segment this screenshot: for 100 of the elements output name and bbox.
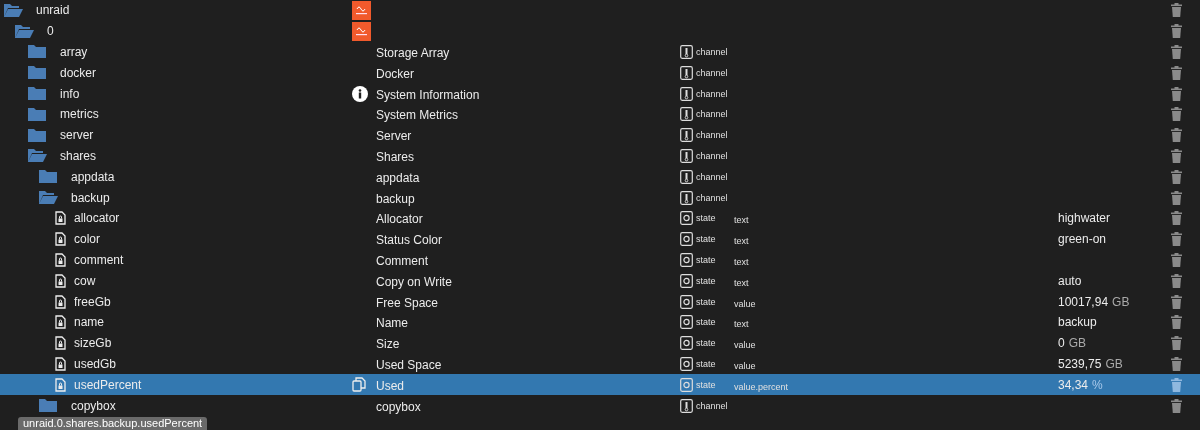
tree-row[interactable]: appdata appdata channel	[0, 166, 1200, 188]
channel-icon	[680, 86, 693, 101]
object-role: state	[696, 379, 716, 390]
object-role: state	[696, 296, 716, 307]
object-id: freeGb	[74, 294, 111, 309]
state-icon	[680, 273, 693, 288]
channel-icon	[680, 65, 693, 80]
file-lock-icon	[55, 294, 66, 309]
object-name: Storage Array	[376, 46, 450, 60]
channel-icon	[680, 398, 693, 413]
object-value: 0	[1058, 336, 1065, 351]
delete-icon[interactable]	[1171, 86, 1182, 101]
file-lock-icon	[55, 377, 66, 392]
value-unit: %	[1092, 377, 1103, 392]
tree-row[interactable]: comment Comment state text	[0, 249, 1200, 271]
object-name: Allocator	[376, 212, 423, 227]
tree-row[interactable]: usedPercent Used state value.percent 34,34 %	[0, 374, 1200, 396]
tree-row[interactable]: docker Docker channel	[0, 62, 1200, 84]
file-lock-icon	[55, 336, 66, 351]
object-id: 0	[47, 24, 54, 39]
object-id: sizeGb	[74, 336, 112, 351]
object-name: Docker	[376, 66, 414, 81]
object-name: Free Space	[376, 295, 439, 310]
delete-icon[interactable]	[1171, 148, 1182, 163]
delete-icon[interactable]	[1171, 107, 1182, 122]
value-unit: GB	[1068, 336, 1087, 351]
tree-row[interactable]: usedGb Used Space state value 5239,75 GB	[0, 353, 1200, 375]
channel-icon	[680, 148, 693, 163]
object-role: channel	[696, 88, 728, 99]
file-lock-icon	[55, 252, 66, 267]
object-value: 34,34	[1058, 377, 1089, 392]
file-lock-icon	[55, 211, 66, 226]
tree-row[interactable]: unraid	[0, 0, 1200, 21]
object-type: text	[734, 256, 749, 267]
delete-icon[interactable]	[1171, 294, 1182, 309]
copy-icon[interactable]	[352, 377, 366, 393]
object-id: unraid	[36, 3, 70, 18]
channel-icon	[680, 128, 693, 143]
object-name: copybox	[376, 399, 421, 414]
object-role: channel	[696, 130, 728, 141]
tree-row[interactable]: color Status Color state text green-on	[0, 228, 1200, 250]
tree-row[interactable]: sizeGb Size state value 0 GB	[0, 332, 1200, 354]
object-type: value	[734, 298, 756, 309]
object-id: comment	[74, 252, 124, 267]
tree-row[interactable]: array Storage Array channel	[0, 41, 1200, 63]
object-id: cow	[74, 273, 96, 288]
object-id: metrics	[60, 107, 99, 122]
folder-icon	[27, 127, 47, 143]
delete-icon[interactable]	[1171, 65, 1182, 80]
delete-icon[interactable]	[1171, 211, 1182, 226]
object-name: Used Space	[376, 357, 442, 372]
tooltip: unraid.0.shares.backup.usedPercent	[18, 417, 208, 430]
value-unit: GB	[1112, 294, 1130, 309]
tree-row[interactable]: 0	[0, 20, 1200, 42]
object-name: Copy on Write	[376, 274, 452, 289]
object-role: state	[696, 317, 716, 328]
delete-icon[interactable]	[1171, 232, 1182, 247]
delete-icon[interactable]	[1171, 45, 1182, 59]
open-folder-icon	[3, 2, 23, 18]
object-id: appdata	[71, 169, 115, 184]
delete-icon[interactable]	[1171, 336, 1182, 351]
delete-icon[interactable]	[1171, 190, 1182, 205]
delete-icon[interactable]	[1171, 252, 1182, 267]
delete-icon[interactable]	[1171, 3, 1182, 18]
tree-row[interactable]: freeGb Free Space state value 10017,94 GB	[0, 291, 1200, 312]
tree-row[interactable]: shares Shares channel	[0, 145, 1200, 167]
tree-row[interactable]: backup backup channel	[0, 187, 1200, 208]
object-type: value	[734, 360, 756, 371]
tree-row[interactable]: allocator Allocator state text highwater	[0, 207, 1200, 229]
delete-icon[interactable]	[1171, 356, 1182, 371]
state-icon	[680, 232, 693, 247]
object-role: state	[696, 254, 716, 265]
object-name: appdata	[376, 170, 420, 185]
state-icon	[680, 252, 693, 267]
delete-icon[interactable]	[1171, 315, 1182, 330]
tree-row[interactable]: name Name state text backup	[0, 311, 1200, 333]
file-lock-icon	[55, 273, 66, 288]
object-role: channel	[696, 67, 728, 78]
object-id: shares	[60, 148, 97, 163]
tree-row[interactable]: cow Copy on Write state text auto	[0, 270, 1200, 292]
delete-icon[interactable]	[1171, 398, 1182, 413]
delete-icon[interactable]	[1171, 24, 1182, 39]
object-id: docker	[60, 65, 97, 80]
tree-row[interactable]: server Server channel	[0, 124, 1200, 146]
object-role: channel	[696, 192, 728, 203]
state-icon	[680, 315, 693, 330]
state-icon	[680, 377, 693, 392]
object-id: server	[60, 128, 94, 143]
delete-icon[interactable]	[1171, 128, 1182, 143]
object-role: state	[696, 338, 716, 349]
object-type: text	[734, 319, 749, 330]
tree-row[interactable]: info System Information channel	[0, 83, 1200, 104]
tree-row[interactable]: metrics System Metrics channel	[0, 104, 1200, 125]
delete-icon[interactable]	[1171, 273, 1182, 288]
folder-icon	[38, 169, 58, 185]
object-id: backup	[71, 190, 110, 205]
delete-icon[interactable]	[1171, 169, 1182, 184]
object-name: Size	[376, 337, 400, 352]
state-icon	[680, 211, 693, 226]
tree-row[interactable]: copybox copybox channel	[0, 395, 1200, 416]
